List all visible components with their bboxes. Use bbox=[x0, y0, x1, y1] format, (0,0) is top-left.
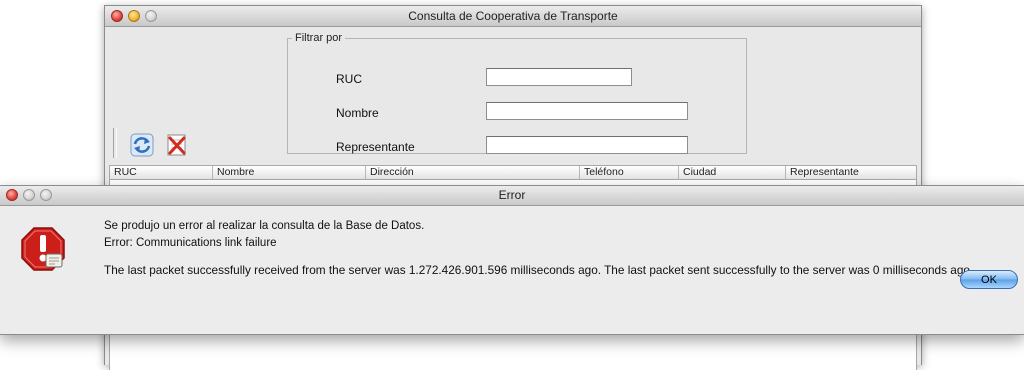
error-message-line-1: Se produjo un error al realizar la consu… bbox=[104, 220, 425, 232]
column-header-nombre[interactable]: Nombre bbox=[213, 166, 366, 179]
ruc-label: RUC bbox=[336, 72, 362, 86]
column-header-direccion[interactable]: Dirección bbox=[366, 166, 580, 179]
zoom-window-button[interactable] bbox=[145, 10, 157, 22]
main-window-title: Consulta de Cooperativa de Transporte bbox=[408, 9, 618, 23]
column-header-ciudad[interactable]: Ciudad bbox=[679, 166, 786, 179]
close-dialog-button[interactable] bbox=[6, 189, 18, 201]
representante-label: Representante bbox=[336, 140, 415, 154]
error-dialog-titlebar[interactable]: Error bbox=[0, 186, 1024, 206]
ruc-input[interactable] bbox=[486, 68, 632, 86]
zoom-dialog-button[interactable] bbox=[40, 189, 52, 201]
nombre-input[interactable] bbox=[486, 102, 688, 120]
ok-button[interactable]: OK bbox=[960, 270, 1018, 289]
results-table-header: RUC Nombre Dirección Teléfono Ciudad Rep… bbox=[109, 165, 917, 180]
error-message-detail: The last packet successfully received fr… bbox=[104, 263, 974, 277]
column-header-telefono[interactable]: Teléfono bbox=[580, 166, 679, 179]
representante-input[interactable] bbox=[486, 136, 688, 154]
column-header-ruc[interactable]: RUC bbox=[110, 166, 213, 179]
minimize-window-button[interactable] bbox=[128, 10, 140, 22]
refresh-icon[interactable] bbox=[130, 133, 154, 157]
filter-legend: Filtrar por bbox=[295, 32, 343, 44]
column-header-representante[interactable]: Representante bbox=[786, 166, 916, 179]
clear-filter-icon[interactable] bbox=[165, 133, 189, 157]
error-message-line-2: Error: Communications link failure bbox=[104, 237, 277, 249]
error-dialog: Error Se produjo un error al realizar la… bbox=[0, 185, 1024, 335]
error-dialog-title: Error bbox=[498, 188, 526, 202]
close-window-button[interactable] bbox=[111, 10, 123, 22]
toolbar-separator bbox=[113, 128, 117, 158]
nombre-label: Nombre bbox=[336, 106, 379, 120]
minimize-dialog-button[interactable] bbox=[23, 189, 35, 201]
main-window-titlebar[interactable]: Consulta de Cooperativa de Transporte bbox=[105, 6, 921, 27]
filter-group: Filtrar por RUC Nombre Representante bbox=[287, 32, 747, 154]
stop-alert-icon bbox=[20, 226, 66, 272]
